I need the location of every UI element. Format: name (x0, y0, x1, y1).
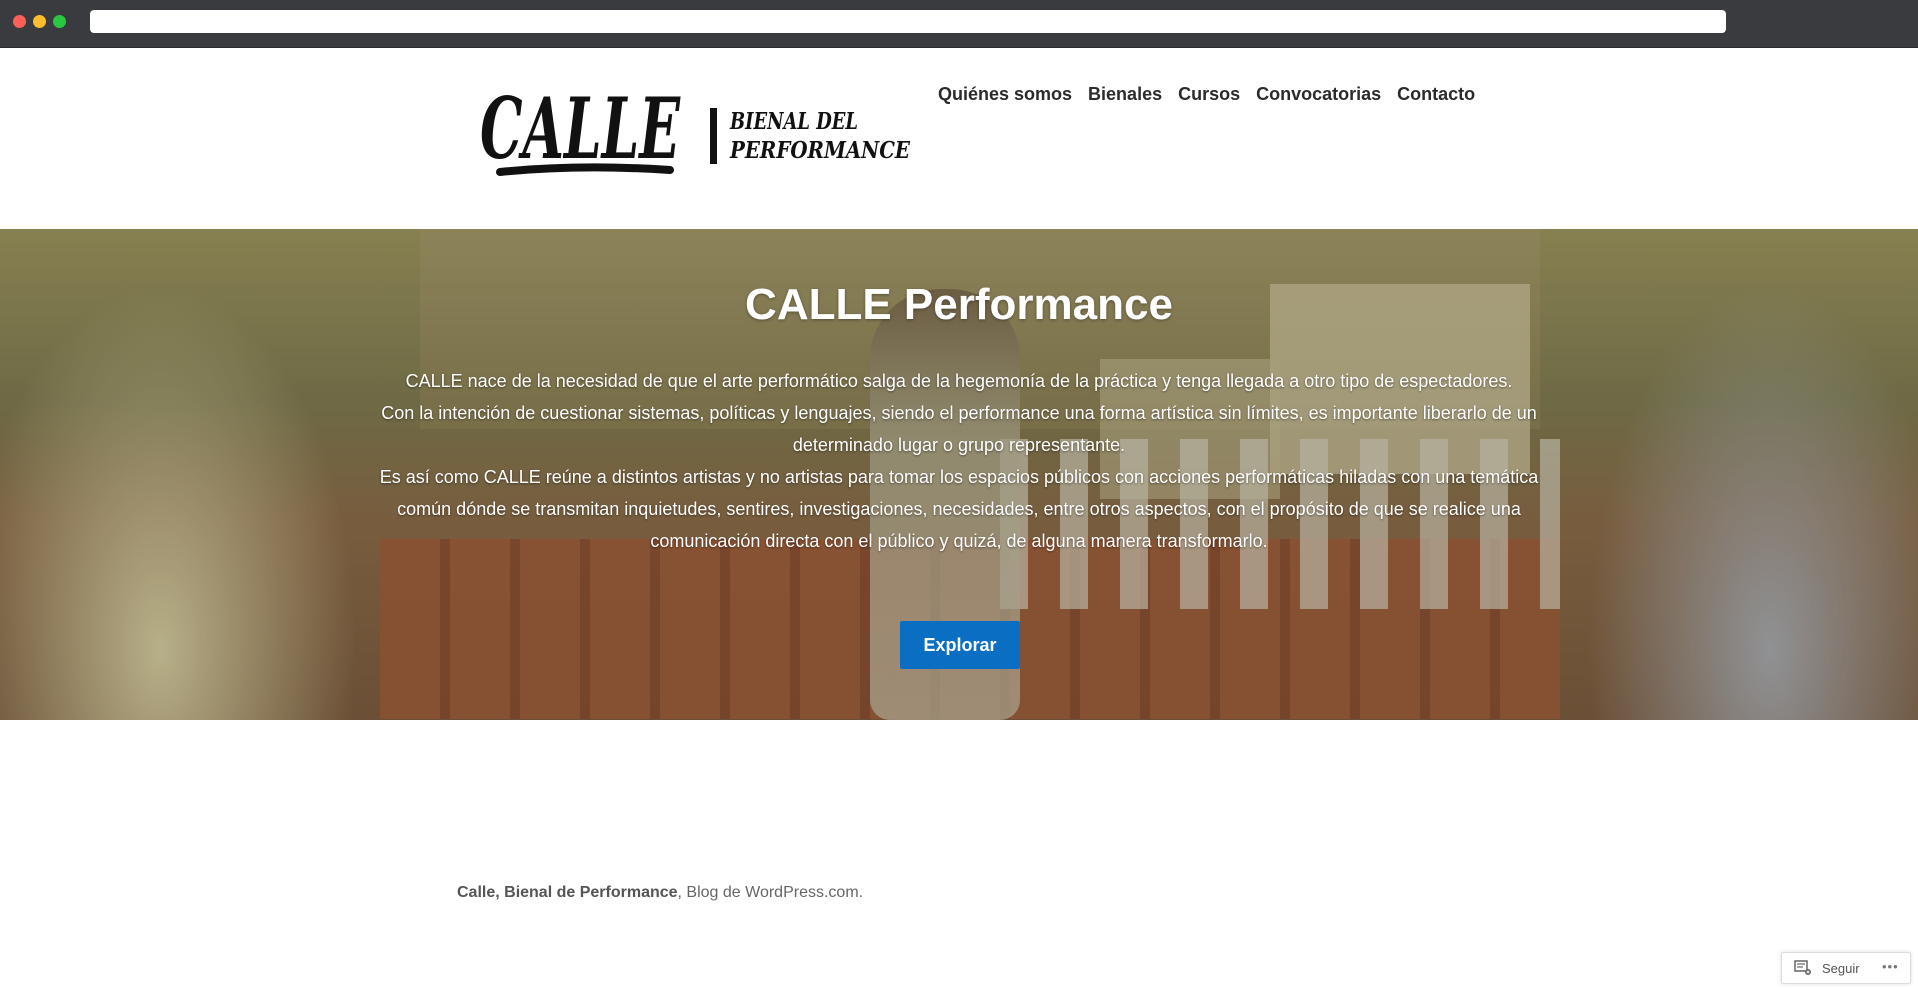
browser-toolbar (0, 0, 1918, 48)
main-navigation: Quiénes somos Bienales Cursos Convocator… (938, 84, 1475, 105)
nav-item-cursos[interactable]: Cursos (1178, 84, 1240, 105)
maximize-window-button[interactable] (53, 15, 66, 28)
hero-description: CALLE nace de la necesidad de que el art… (370, 365, 1548, 557)
explore-button[interactable]: Explorar (900, 621, 1020, 669)
footer-wordpress-link[interactable]: Blog de WordPress.com (686, 884, 858, 901)
footer-site-link[interactable]: Calle, Bienal de Performance (457, 884, 678, 901)
reader-follow-icon (1794, 960, 1811, 975)
hero-paragraph: Con la intención de cuestionar sistemas,… (381, 403, 1537, 455)
more-options-icon[interactable]: ••• (1882, 959, 1899, 974)
hero-paragraph: Es así como CALLE reúne a distintos arti… (379, 467, 1539, 551)
calle-logo[interactable]: CALLE BIENAL DEL PERFORMANCE (480, 86, 913, 181)
nav-item-bienales[interactable]: Bienales (1088, 84, 1162, 105)
logo-divider (710, 108, 717, 164)
hero-title: CALLE Performance (745, 280, 1173, 329)
logo-sub-text-2: PERFORMANCE (729, 137, 910, 164)
nav-item-convocatorias[interactable]: Convocatorias (1256, 84, 1381, 105)
nav-item-contacto[interactable]: Contacto (1397, 84, 1475, 105)
follow-button[interactable]: Seguir (1822, 961, 1860, 976)
site-footer: Calle, Bienal de Performance, Blog de Wo… (457, 884, 863, 902)
address-bar[interactable] (90, 10, 1726, 33)
nav-item-quienes-somos[interactable]: Quiénes somos (938, 84, 1072, 105)
minimize-window-button[interactable] (33, 15, 46, 28)
follow-widget: Seguir ••• (1781, 952, 1911, 984)
close-window-button[interactable] (13, 15, 26, 28)
footer-period: . (858, 884, 864, 901)
logo-underline (496, 163, 674, 176)
hero-paragraph: CALLE nace de la necesidad de que el art… (405, 371, 1513, 391)
logo-sub-text-1: BIENAL DEL (729, 108, 858, 135)
site-header: CALLE BIENAL DEL PERFORMANCE Quiénes som… (0, 48, 1918, 229)
hero-section: CALLE Performance CALLE nace de la neces… (0, 229, 1918, 720)
